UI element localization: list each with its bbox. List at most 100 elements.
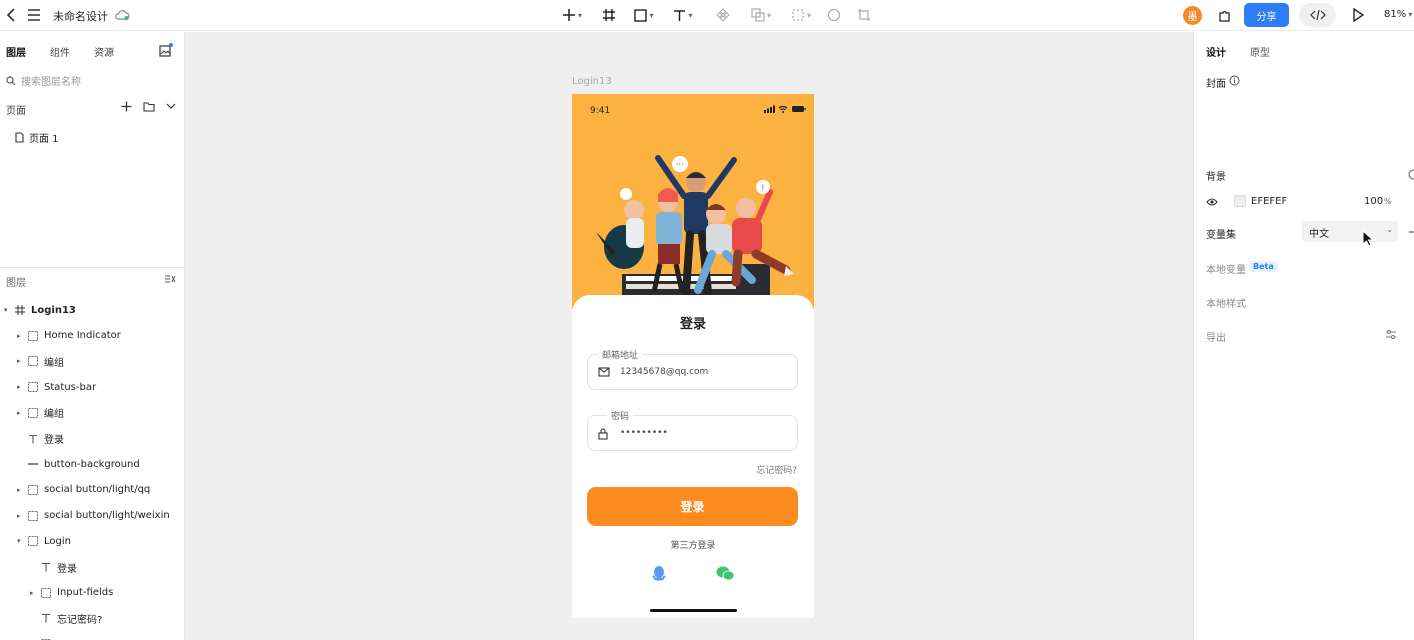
shape-tool-icon[interactable]: ▾ [629, 6, 659, 24]
rect-icon [28, 459, 38, 469]
layer-name: Status-bar [44, 381, 97, 393]
expand-caret-icon[interactable]: ▸ [17, 409, 21, 417]
layer-row[interactable]: ▸ Input-fields [0, 583, 184, 603]
folder-icon[interactable] [143, 101, 155, 112]
tab-prototype[interactable]: 原型 [1250, 44, 1270, 59]
expand-caret-icon[interactable]: ▸ [17, 332, 21, 340]
minus-icon[interactable] [1409, 231, 1414, 233]
mask-tool-icon[interactable]: ▾ [786, 6, 816, 24]
layer-row[interactable]: 忘记密码? [0, 608, 184, 628]
tab-design[interactable]: 设计 [1206, 44, 1226, 59]
frame-icon [15, 305, 25, 315]
layers-heading: 图层 [6, 278, 26, 289]
group-icon [28, 407, 38, 418]
component-tool-icon[interactable] [714, 6, 732, 24]
expand-caret-icon[interactable]: ▸ [17, 383, 21, 391]
search-placeholder: 搜索图层名称 [21, 77, 81, 88]
collapse-caret-icon[interactable]: ▾ [4, 306, 8, 314]
eye-icon[interactable] [1206, 198, 1218, 206]
play-icon[interactable] [1349, 6, 1367, 24]
third-party-login-label: 第三方登录 [670, 541, 716, 551]
document-title[interactable]: 未命名设计 [53, 8, 108, 24]
layer-row[interactable]: ▸ social button/light/weixin [0, 506, 184, 526]
layer-name: 编组 [44, 409, 64, 421]
zoom-level[interactable]: 81% ▾ [1384, 9, 1412, 20]
boolean-tool-icon[interactable]: ▾ [746, 6, 776, 24]
frame-label[interactable]: Login13 [572, 76, 612, 87]
variable-set-value: 中文 [1309, 229, 1329, 240]
background-opacity[interactable]: 100 [1364, 196, 1383, 207]
info-icon[interactable] [1229, 75, 1240, 86]
collapse-caret-icon[interactable]: ▾ [17, 537, 21, 545]
text-icon [41, 613, 51, 623]
lock-icon [598, 428, 608, 440]
hero-illustration-area: 9:41 ··· ! [572, 94, 814, 309]
email-field[interactable]: 邮箱地址 12345678@qq.com [587, 348, 798, 390]
mouse-cursor-icon [1362, 230, 1374, 247]
layer-row[interactable]: button-background [0, 454, 184, 474]
style-icon[interactable] [1408, 169, 1414, 180]
password-field[interactable]: 密码 ••••••••• [587, 409, 798, 451]
email-label: 邮箱地址 [598, 348, 643, 361]
add-tool-icon[interactable]: ▾ [557, 6, 587, 24]
layer-row[interactable]: ▸ social button/light/qq [0, 480, 184, 500]
layer-name: button-background [44, 458, 140, 470]
email-value: 12345678@qq.com [620, 367, 709, 377]
wechat-login-button[interactable] [716, 566, 735, 581]
layer-row[interactable]: ▸第三方登录 [0, 634, 184, 640]
group-icon [41, 587, 51, 598]
tab-components[interactable]: 组件 [50, 44, 70, 59]
add-page-icon[interactable] [121, 101, 132, 112]
variable-set-select[interactable]: 中文 ⌄ [1302, 221, 1398, 242]
text-icon [28, 434, 38, 444]
collapse-layers-icon[interactable] [164, 274, 176, 284]
layer-row[interactable]: 登录 [0, 429, 184, 449]
layer-name: social button/light/qq [44, 484, 151, 496]
plugin-icon[interactable] [1215, 6, 1233, 24]
layer-row[interactable]: ▸ Home Indicator [0, 326, 184, 346]
expand-caret-icon[interactable]: ▸ [30, 589, 34, 597]
qq-login-button[interactable] [652, 565, 666, 581]
ellipse-tool-icon[interactable] [825, 6, 843, 24]
chevron-down-icon[interactable] [166, 103, 176, 110]
layer-search[interactable]: 搜索图层名称 [6, 73, 81, 88]
login-button[interactable]: 登录 [587, 487, 798, 526]
tab-layers[interactable]: 图层 [6, 44, 26, 59]
qq-icon [652, 566, 666, 581]
avatar[interactable]: 墨 [1183, 6, 1202, 25]
crop-tool-icon[interactable] [855, 6, 873, 24]
back-icon[interactable] [2, 6, 20, 24]
layer-name: 登录 [57, 563, 77, 575]
group-icon [28, 382, 38, 393]
forgot-password-link[interactable]: 忘记密码? [756, 463, 797, 476]
local-variables-label[interactable]: 本地变量 [1206, 261, 1246, 276]
layer-row[interactable]: 登录 [0, 557, 184, 577]
share-button[interactable]: 分享 [1244, 3, 1289, 27]
layer-row[interactable]: ▾ Login13 [0, 300, 184, 320]
layer-row[interactable]: ▸ Status-bar [0, 377, 184, 397]
expand-caret-icon[interactable]: ▸ [17, 357, 21, 365]
background-color-swatch[interactable] [1234, 195, 1246, 207]
text-tool-icon[interactable]: ▾ [668, 6, 698, 24]
local-styles-label[interactable]: 本地样式 [1206, 295, 1246, 310]
group-icon [28, 536, 38, 547]
layer-row[interactable]: ▸ 编组 [0, 403, 184, 423]
left-panel: 图层 组件 资源 搜索图层名称 页面 页面 1 图层 ▾ Login13 ▸ Home… [0, 32, 185, 640]
artboard-login13[interactable]: 9:41 ··· ! 登录 邮箱地址 12345678@qq.com 密码 ••… [572, 94, 814, 618]
layer-name: Input-fields [57, 587, 114, 599]
frame-tool-icon[interactable] [600, 6, 618, 24]
tab-assets[interactable]: 资源 [94, 44, 114, 59]
ai-image-icon[interactable] [159, 43, 173, 57]
layer-row[interactable]: ▾ Login [0, 531, 184, 551]
background-hex[interactable]: EFEFEF [1251, 196, 1287, 207]
status-time: 9:41 [590, 106, 611, 116]
settings-sliders-icon[interactable] [1385, 329, 1397, 340]
design-canvas[interactable]: Login13 9:41 ··· ! 登录 邮箱地址 12345678@qq.c… [185, 32, 1193, 640]
expand-caret-icon[interactable]: ▸ [17, 512, 21, 520]
expand-caret-icon[interactable]: ▸ [17, 486, 21, 494]
layer-row[interactable]: ▸ 编组 [0, 351, 184, 371]
dev-mode-toggle[interactable] [1299, 3, 1336, 27]
page-item[interactable]: 页面 1 [15, 130, 59, 145]
page-icon [15, 132, 24, 143]
menu-icon[interactable] [25, 6, 43, 24]
